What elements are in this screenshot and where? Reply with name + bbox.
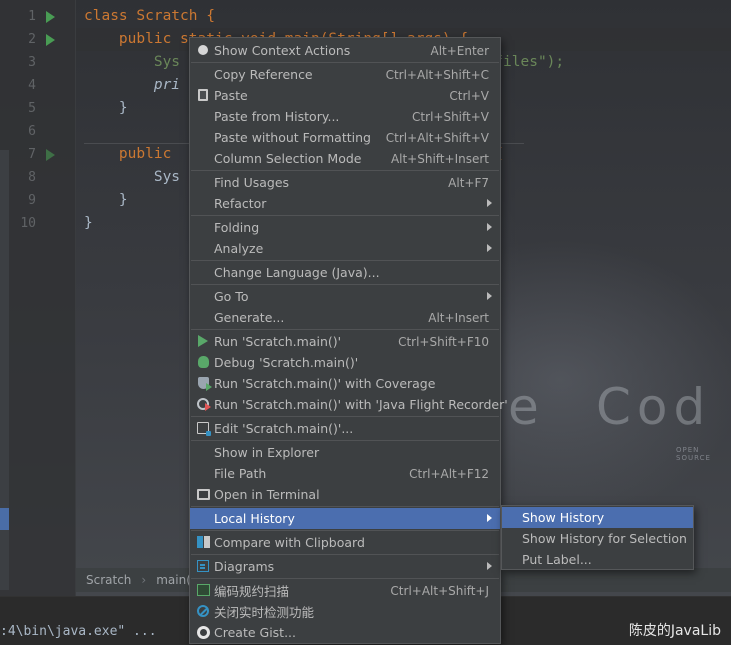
submenu-item-show-history-for-selection[interactable]: Show History for Selection (502, 528, 693, 549)
menu-separator (191, 215, 499, 216)
line-number: 6 (28, 124, 36, 139)
menu-item-run[interactable]: Run 'Scratch.main()' Ctrl+Shift+F10 (190, 331, 500, 352)
menu-item-folding[interactable]: Folding (190, 217, 500, 238)
menu-item-show-in-explorer[interactable]: Show in Explorer (190, 442, 500, 463)
code-line[interactable]: pri (84, 77, 180, 93)
menu-separator (191, 260, 499, 261)
menu-separator (191, 416, 499, 417)
code-line[interactable]: Sys (84, 169, 180, 185)
menu-item-refactor[interactable]: Refactor (190, 193, 500, 214)
profiler-icon (196, 397, 211, 411)
menu-item-change-language[interactable]: Change Language (Java)... (190, 262, 500, 283)
menu-item-create-gist[interactable]: Create Gist... (190, 622, 500, 643)
menu-item-generate[interactable]: Generate... Alt+Insert (190, 307, 500, 328)
breadcrumb-item[interactable]: Scratch (86, 573, 131, 587)
menu-separator (191, 506, 499, 507)
menu-item-edit-configuration[interactable]: Edit 'Scratch.main()'... (190, 418, 500, 439)
menu-item-disable-realtime-check[interactable]: 关闭实时检测功能 (190, 601, 500, 622)
background-watermark-caption: OPEN SOURCE (676, 446, 711, 462)
menu-item-analyze[interactable]: Analyze (190, 238, 500, 259)
menu-item-go-to[interactable]: Go To (190, 286, 500, 307)
code-line[interactable]: } (84, 215, 93, 231)
debug-icon (196, 355, 210, 369)
menu-item-paste[interactable]: Paste Ctrl+V (190, 85, 500, 106)
line-number: 3 (28, 55, 36, 70)
menu-separator (191, 440, 499, 441)
no-entry-icon (196, 604, 210, 618)
menu-item-column-selection-mode[interactable]: Column Selection Mode Alt+Shift+Insert (190, 148, 500, 169)
brand-watermark: 陈皮的JavaLib (628, 623, 721, 639)
menu-item-find-usages[interactable]: Find Usages Alt+F7 (190, 172, 500, 193)
line-number: 8 (28, 170, 36, 185)
diagram-icon (196, 559, 210, 573)
code-line[interactable]: } (84, 192, 128, 208)
menu-separator (191, 578, 499, 579)
code-line[interactable]: class Scratch { (84, 8, 215, 24)
menu-item-file-path[interactable]: File Path Ctrl+Alt+F12 (190, 463, 500, 484)
clipboard-icon (196, 88, 210, 102)
gutter (0, 0, 76, 596)
line-number: 10 (20, 216, 36, 231)
submenu-item-put-label[interactable]: Put Label... (502, 549, 693, 570)
github-icon (196, 625, 210, 639)
line-number: 2 (28, 32, 36, 47)
line-number: 5 (28, 101, 36, 116)
editor-context-menu: Show Context Actions Alt+Enter Copy Refe… (189, 37, 508, 644)
menu-item-diagrams[interactable]: Diagrams (190, 556, 500, 577)
edit-config-icon (196, 421, 211, 436)
menu-item-compare-with-clipboard[interactable]: Compare with Clipboard (190, 532, 500, 553)
terminal-icon (196, 487, 210, 501)
bulb-icon (196, 43, 210, 57)
code-line[interactable]: } (84, 100, 128, 116)
menu-separator (191, 329, 499, 330)
menu-separator (191, 554, 499, 555)
menu-item-debug[interactable]: Debug 'Scratch.main()' (190, 352, 500, 373)
line-number: 1 (28, 9, 36, 24)
menu-separator (191, 284, 499, 285)
submenu-arrow-icon (487, 562, 492, 570)
submenu-arrow-icon (487, 199, 492, 207)
compare-icon (196, 535, 210, 549)
menu-item-paste-from-history[interactable]: Paste from History... Ctrl+Shift+V (190, 106, 500, 127)
tool-window-strip-active[interactable] (0, 508, 9, 530)
menu-item-copy-reference[interactable]: Copy Reference Ctrl+Alt+Shift+C (190, 64, 500, 85)
menu-item-run-with-flight-recorder[interactable]: Run 'Scratch.main()' with 'Java Flight R… (190, 394, 508, 415)
chevron-right-icon: › (141, 573, 147, 587)
submenu-arrow-icon (487, 292, 492, 300)
local-history-submenu: Show History Show History for Selection … (501, 505, 694, 570)
console-output: :4\bin\java.exe" ... (0, 624, 157, 639)
submenu-arrow-icon (487, 223, 492, 231)
background-watermark: e (508, 378, 539, 436)
submenu-item-show-history[interactable]: Show History (502, 507, 693, 528)
menu-item-open-in-terminal[interactable]: Open in Terminal (190, 484, 500, 505)
line-number: 7 (28, 147, 36, 162)
submenu-arrow-icon (487, 514, 492, 522)
menu-item-local-history[interactable]: Local History (190, 508, 500, 529)
run-gutter-icon[interactable] (46, 149, 55, 161)
menu-item-code-guideline-scan[interactable]: 编码规约扫描 Ctrl+Alt+Shift+J (190, 580, 500, 601)
menu-separator (191, 62, 499, 63)
submenu-arrow-icon (487, 244, 492, 252)
run-icon (196, 334, 210, 348)
background-watermark: Cod (596, 378, 712, 436)
menu-item-paste-without-formatting[interactable]: Paste without Formatting Ctrl+Alt+Shift+… (190, 127, 500, 148)
coverage-icon (196, 376, 212, 391)
scan-icon (196, 583, 210, 597)
menu-item-show-context-actions[interactable]: Show Context Actions Alt+Enter (190, 40, 500, 61)
menu-item-run-with-coverage[interactable]: Run 'Scratch.main()' with Coverage (190, 373, 500, 394)
menu-separator (191, 530, 499, 531)
line-number: 4 (28, 78, 36, 93)
run-gutter-icon[interactable] (46, 34, 55, 46)
menu-separator (191, 170, 499, 171)
run-gutter-icon[interactable] (46, 11, 55, 23)
line-number: 9 (28, 193, 36, 208)
